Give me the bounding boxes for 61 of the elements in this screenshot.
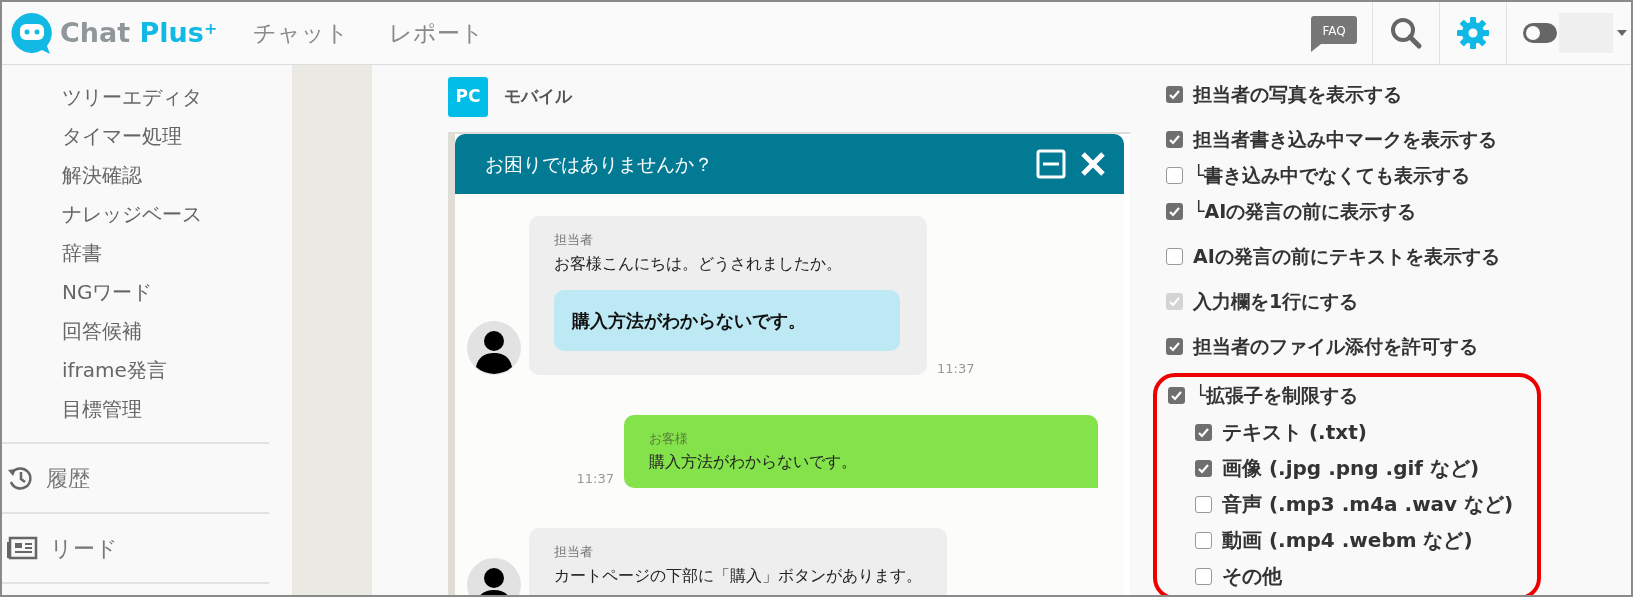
sidebar-item[interactable]: ナレッジベース xyxy=(2,194,292,233)
history-icon xyxy=(6,464,34,492)
message-text: お客様こんにちは。どうされましたか。 xyxy=(554,252,843,275)
sidebar-item[interactable]: 辞書 xyxy=(2,233,292,272)
message-time: 11:37 xyxy=(576,469,614,488)
checkbox[interactable] xyxy=(1166,247,1183,265)
checkbox[interactable] xyxy=(1195,495,1212,513)
message-time: 11:37 xyxy=(937,360,975,378)
option-label: └書き込み中でなくても表示する xyxy=(1193,162,1471,188)
faq-button[interactable]: FAQ xyxy=(1311,16,1357,52)
checkbox[interactable] xyxy=(1195,531,1212,549)
close-icon[interactable] xyxy=(1080,151,1106,177)
sidebar-item[interactable]: 解決確認 xyxy=(2,155,292,194)
toggle-switch[interactable] xyxy=(1523,23,1557,43)
checkbox[interactable] xyxy=(1195,423,1212,441)
option-label: 担当者書き込み中マークを表示する xyxy=(1193,126,1497,152)
checkbox[interactable] xyxy=(1166,202,1183,220)
sender-name: お客様 xyxy=(649,429,689,448)
sidebar-item[interactable]: ツリーエディタ xyxy=(2,77,292,116)
sidebar-section[interactable]: 履歴 xyxy=(2,442,269,512)
checkbox[interactable] xyxy=(1166,166,1183,184)
avatar-icon xyxy=(467,557,521,595)
option-label: └拡張子を制限する xyxy=(1195,382,1359,408)
option-label: 担当者のファイル添付を許可する xyxy=(1193,333,1478,359)
chat-title: お困りではありませんか？ xyxy=(485,151,713,177)
sidebar-item[interactable]: NGワード xyxy=(2,272,292,311)
option-label: 画像 (.jpg .png .gif など) xyxy=(1222,455,1480,482)
checkbox[interactable] xyxy=(1195,567,1212,585)
nav-link[interactable]: チャット xyxy=(253,15,350,51)
sidebar-item[interactable]: タイマー処理 xyxy=(2,116,292,155)
nav-link[interactable]: レポート xyxy=(389,15,485,51)
logo-icon xyxy=(10,11,54,55)
newspaper-icon xyxy=(6,536,38,560)
option-label: 音声 (.mp3 .m4a .wav など) xyxy=(1222,491,1514,518)
option-label: 入力欄を1行にする xyxy=(1193,288,1359,314)
message-text: カートページの下部に「購入」ボタンがあります。 xyxy=(554,564,922,587)
minimize-icon[interactable] xyxy=(1036,149,1066,179)
option-label: AIの発言の前にテキストを表示する xyxy=(1193,243,1500,269)
sender-name: 担当者 xyxy=(554,543,594,561)
option-label: 動画 (.mp4 .webm など) xyxy=(1222,527,1473,554)
option-label: その他 xyxy=(1222,563,1282,590)
option-label: 担当者の写真を表示する xyxy=(1193,81,1402,107)
option-label: テキスト (.txt) xyxy=(1222,419,1367,446)
option-label: └AIの発言の前に表示する xyxy=(1193,198,1417,224)
logo-text: Chat Plus$^{+}$ xyxy=(60,15,218,50)
checkbox[interactable] xyxy=(1166,130,1183,148)
message-text: 購入方法がわからないです。 xyxy=(649,451,858,473)
checkbox[interactable] xyxy=(1168,386,1185,404)
avatar-icon xyxy=(467,320,521,375)
caret-icon[interactable] xyxy=(1617,30,1627,36)
checkbox[interactable] xyxy=(1166,337,1183,355)
preview-tab[interactable]: モバイル xyxy=(502,77,574,117)
search-icon[interactable] xyxy=(1389,16,1423,50)
sender-name: 担当者 xyxy=(554,231,594,249)
sidebar-item[interactable]: 目標管理 xyxy=(2,389,292,428)
sidebar-section[interactable]: リード xyxy=(2,512,269,582)
choice-button[interactable]: 購入方法がわからないです。 xyxy=(554,289,900,351)
sidebar-item[interactable]: 回答候補 xyxy=(2,311,292,350)
sidebar-item[interactable]: iframe発言 xyxy=(2,350,292,389)
checkbox[interactable] xyxy=(1195,459,1212,477)
checkbox[interactable] xyxy=(1166,85,1183,103)
